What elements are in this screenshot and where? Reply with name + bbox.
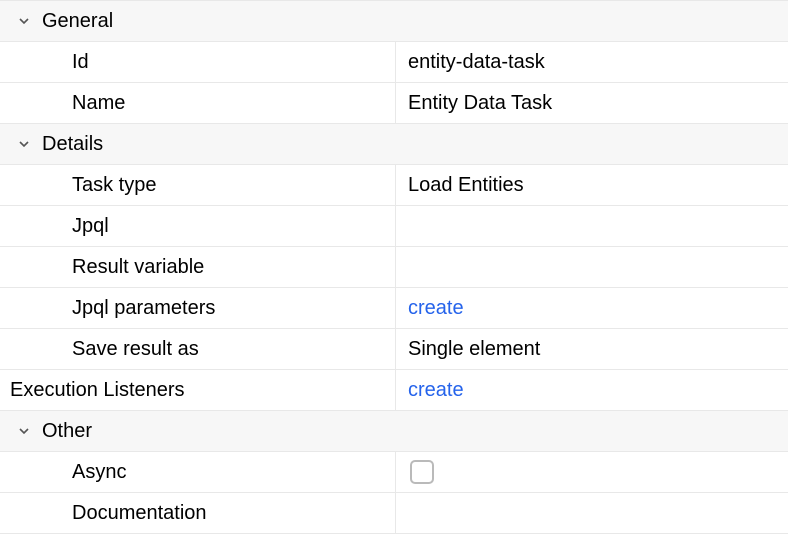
- property-save-result-as-label: Save result as: [0, 329, 396, 369]
- section-details-header[interactable]: Details: [0, 124, 788, 165]
- property-execution-listeners-label: Execution Listeners: [0, 370, 396, 410]
- property-task-type-label: Task type: [0, 165, 396, 205]
- section-general-title: General: [42, 10, 113, 33]
- property-documentation-label: Documentation: [0, 493, 396, 533]
- chevron-down-icon: [16, 423, 32, 439]
- section-details-title: Details: [42, 133, 103, 156]
- property-jpql-label: Jpql: [0, 206, 396, 246]
- property-documentation-value[interactable]: [396, 493, 788, 533]
- property-task-type-value[interactable]: Load Entities: [396, 165, 788, 205]
- property-id-value[interactable]: entity-data-task: [396, 42, 788, 82]
- section-other-title: Other: [42, 420, 92, 443]
- chevron-down-icon: [16, 136, 32, 152]
- property-documentation-row: Documentation: [0, 493, 788, 534]
- property-id-label: Id: [0, 42, 396, 82]
- property-result-variable-label: Result variable: [0, 247, 396, 287]
- property-jpql-value[interactable]: [396, 206, 788, 246]
- section-other-header[interactable]: Other: [0, 411, 788, 452]
- property-id-row: Id entity-data-task: [0, 42, 788, 83]
- property-task-type-row: Task type Load Entities: [0, 165, 788, 206]
- property-save-result-as-value[interactable]: Single element: [396, 329, 788, 369]
- chevron-down-icon: [16, 13, 32, 29]
- jpql-parameters-create-link[interactable]: create: [408, 297, 464, 320]
- execution-listeners-create-link[interactable]: create: [408, 379, 464, 402]
- properties-panel: General Id entity-data-task Name Entity …: [0, 0, 788, 534]
- property-jpql-parameters-label: Jpql parameters: [0, 288, 396, 328]
- section-general-header[interactable]: General: [0, 1, 788, 42]
- property-name-row: Name Entity Data Task: [0, 83, 788, 124]
- property-result-variable-value[interactable]: [396, 247, 788, 287]
- property-jpql-parameters-row: Jpql parameters create: [0, 288, 788, 329]
- property-jpql-row: Jpql: [0, 206, 788, 247]
- property-result-variable-row: Result variable: [0, 247, 788, 288]
- property-save-result-as-row: Save result as Single element: [0, 329, 788, 370]
- property-execution-listeners-row: Execution Listeners create: [0, 370, 788, 411]
- async-checkbox[interactable]: [410, 460, 434, 484]
- property-async-label: Async: [0, 452, 396, 492]
- property-name-value[interactable]: Entity Data Task: [396, 83, 788, 123]
- property-name-label: Name: [0, 83, 396, 123]
- property-async-row: Async: [0, 452, 788, 493]
